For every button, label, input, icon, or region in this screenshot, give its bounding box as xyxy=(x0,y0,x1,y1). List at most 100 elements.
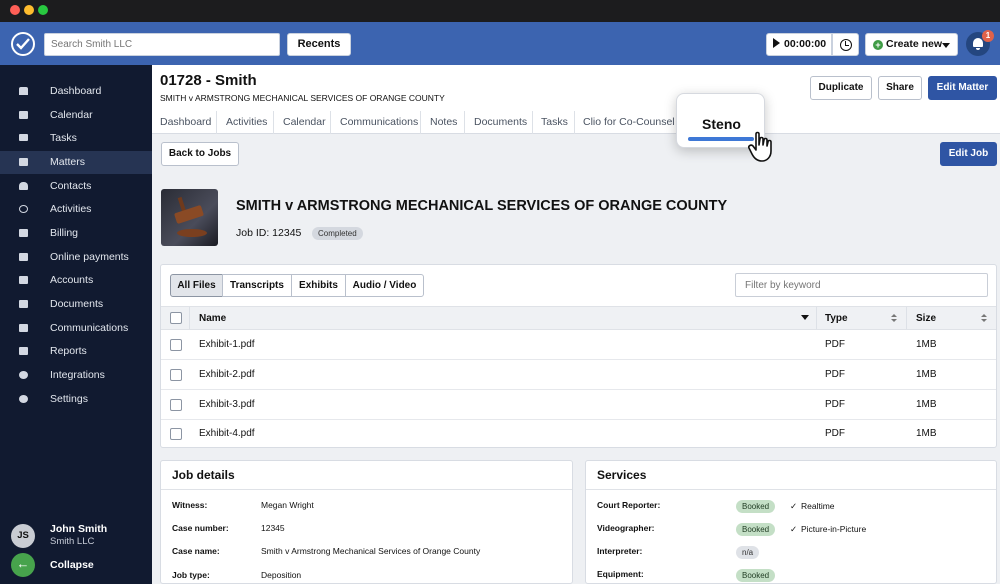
file-type: PDF xyxy=(825,339,845,350)
panel-divider xyxy=(161,489,572,490)
service-label: Interpreter: xyxy=(597,546,643,556)
column-type[interactable]: Type xyxy=(825,313,848,324)
clock-icon xyxy=(840,39,852,51)
file-name[interactable]: Exhibit-4.pdf xyxy=(199,428,255,439)
sidebar-item-settings[interactable]: Settings xyxy=(0,388,152,411)
file-size: 1MB xyxy=(916,428,937,439)
row-checkbox[interactable] xyxy=(170,339,182,351)
table-row[interactable]: Exhibit-1.pdf PDF 1MB xyxy=(161,330,996,360)
file-name[interactable]: Exhibit-2.pdf xyxy=(199,369,255,380)
column-divider xyxy=(189,307,190,329)
file-name[interactable]: Exhibit-1.pdf xyxy=(199,339,255,350)
avatar[interactable]: JS xyxy=(11,524,35,548)
bank-icon xyxy=(19,276,28,284)
clio-logo-icon[interactable] xyxy=(11,32,35,56)
sidebar-item-activities[interactable]: Activities xyxy=(0,198,152,221)
filter-keyword-input[interactable] xyxy=(735,273,988,297)
back-to-jobs-button[interactable]: Back to Jobs xyxy=(161,142,239,166)
sidebar-item-calendar[interactable]: Calendar xyxy=(0,104,152,127)
sidebar-item-contacts[interactable]: Contacts xyxy=(0,175,152,198)
sidebar-item-label: Activities xyxy=(50,203,92,215)
service-label: Videographer: xyxy=(597,523,655,533)
table-row[interactable]: Exhibit-3.pdf PDF 1MB xyxy=(161,390,996,420)
tab-dashboard[interactable]: Dashboard xyxy=(160,116,211,128)
sort-name-desc-icon[interactable] xyxy=(801,315,809,320)
sidebar-item-label: Calendar xyxy=(50,109,93,121)
card-icon xyxy=(19,253,28,261)
timer-button[interactable]: 00:00:00 xyxy=(766,33,832,56)
sort-size-icon[interactable] xyxy=(981,314,987,323)
check-icon: ✓ xyxy=(790,524,798,534)
sidebar-item-accounts[interactable]: Accounts xyxy=(0,269,152,292)
file-type: PDF xyxy=(825,369,845,380)
detail-value: Deposition xyxy=(261,570,302,580)
calendar-icon xyxy=(19,111,28,119)
timer-value: 00:00:00 xyxy=(784,38,827,50)
sidebar-item-tasks[interactable]: Tasks xyxy=(0,127,152,150)
column-size[interactable]: Size xyxy=(916,313,936,324)
gavel-icon xyxy=(173,204,205,225)
job-thumbnail-image xyxy=(161,189,218,246)
search-input[interactable] xyxy=(44,33,280,56)
arrow-left-icon[interactable]: ← xyxy=(11,553,35,577)
row-checkbox[interactable] xyxy=(170,399,182,411)
tab-communications[interactable]: Communications xyxy=(340,116,418,128)
table-row[interactable]: Exhibit-2.pdf PDF 1MB xyxy=(161,360,996,390)
status-badge: n/a xyxy=(736,546,760,559)
sidebar-item-reports[interactable]: Reports xyxy=(0,340,152,363)
minimize-window-icon[interactable] xyxy=(24,5,34,15)
status-badge: Booked xyxy=(736,569,776,582)
service-label: Court Reporter: xyxy=(597,500,661,510)
collapse-button[interactable]: Collapse xyxy=(50,559,94,571)
sidebar-item-label: Settings xyxy=(50,393,88,405)
bell-icon xyxy=(973,38,983,50)
caret-down-icon xyxy=(942,43,950,48)
tab-clio-for-co-counsel[interactable]: Clio for Co-Counsel xyxy=(583,116,675,128)
row-checkbox[interactable] xyxy=(170,369,182,381)
page-title: 01728 - Smith xyxy=(160,72,257,89)
select-all-checkbox[interactable] xyxy=(170,312,182,324)
tab-notes[interactable]: Notes xyxy=(430,116,457,128)
column-name[interactable]: Name xyxy=(199,313,226,324)
sidebar-item-communications[interactable]: Communications xyxy=(0,317,152,340)
filter-audio-video[interactable]: Audio / Video xyxy=(345,274,424,297)
filter-exhibits[interactable]: Exhibits xyxy=(291,274,346,297)
maximize-window-icon[interactable] xyxy=(38,5,48,15)
row-checkbox[interactable] xyxy=(170,428,182,440)
table-row[interactable]: Exhibit-4.pdf PDF 1MB xyxy=(161,419,996,449)
column-divider xyxy=(816,307,817,329)
sidebar-item-label: Matters xyxy=(50,156,86,168)
edit-job-button[interactable]: Edit Job xyxy=(940,142,997,166)
filter-transcripts[interactable]: Transcripts xyxy=(222,274,292,297)
window-titlebar xyxy=(0,0,1000,22)
tab-activities[interactable]: Activities xyxy=(226,116,267,128)
create-new-button[interactable]: + Create new xyxy=(865,33,958,56)
user-name[interactable]: John Smith xyxy=(50,523,107,535)
sidebar-item-integrations[interactable]: Integrations xyxy=(0,364,152,387)
tab-divider xyxy=(420,111,421,134)
file-name[interactable]: Exhibit-3.pdf xyxy=(199,399,255,410)
phone-icon xyxy=(19,324,28,332)
tab-divider xyxy=(532,111,533,134)
sidebar-item-label: Communications xyxy=(50,322,129,334)
tab-calendar[interactable]: Calendar xyxy=(283,116,326,128)
edit-matter-button[interactable]: Edit Matter xyxy=(928,76,997,100)
sidebar-item-billing[interactable]: Billing xyxy=(0,222,152,245)
sidebar-item-dashboard[interactable]: Dashboard xyxy=(0,80,152,103)
duplicate-button[interactable]: Duplicate xyxy=(810,76,872,100)
share-button[interactable]: Share xyxy=(878,76,922,100)
filter-all-files[interactable]: All Files xyxy=(170,274,223,297)
recents-button[interactable]: Recents xyxy=(287,33,351,56)
tab-documents[interactable]: Documents xyxy=(474,116,527,128)
sidebar-item-online-payments[interactable]: Online payments xyxy=(0,246,152,269)
detail-label: Case name: xyxy=(172,546,220,556)
tab-divider xyxy=(216,111,217,134)
sidebar-item-matters[interactable]: Matters xyxy=(0,151,152,174)
file-size: 1MB xyxy=(916,369,937,380)
close-window-icon[interactable] xyxy=(10,5,20,15)
tab-tasks[interactable]: Tasks xyxy=(541,116,568,128)
sort-type-icon[interactable] xyxy=(891,314,897,323)
sidebar-item-label: Online payments xyxy=(50,251,129,263)
sidebar-item-documents[interactable]: Documents xyxy=(0,293,152,316)
timer-history-button[interactable] xyxy=(832,33,859,56)
